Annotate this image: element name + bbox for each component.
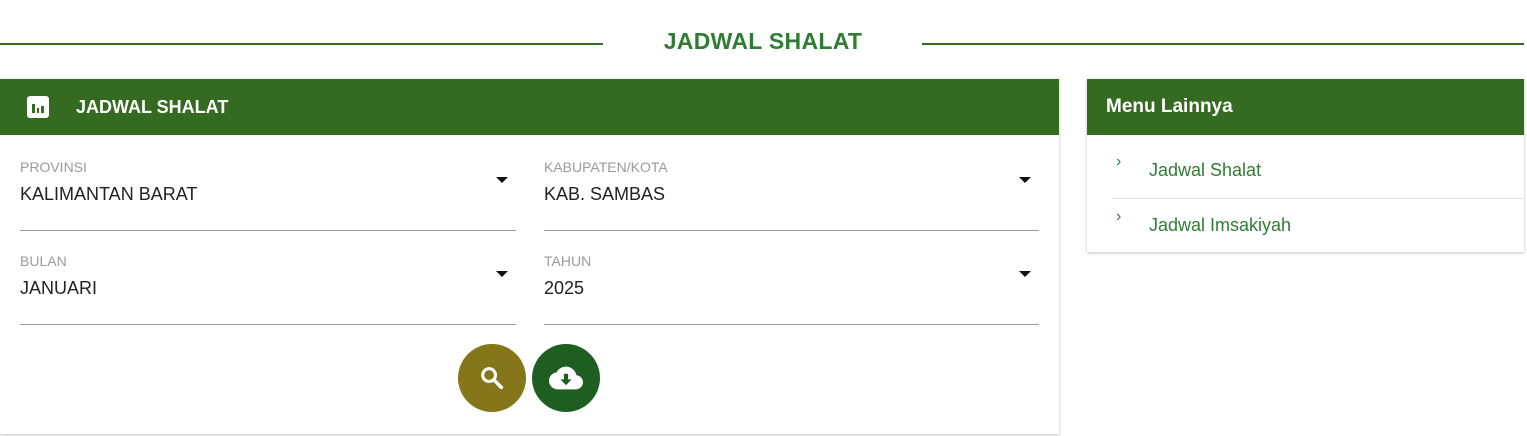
chevron-down-icon bbox=[496, 271, 508, 277]
field-underline bbox=[544, 230, 1039, 231]
other-menu-title: Menu Lainnya bbox=[1087, 79, 1524, 135]
kabupaten-select[interactable]: KABUPATEN/KOTA KAB. SAMBAS bbox=[544, 159, 1039, 231]
provinsi-value: KALIMANTAN BARAT bbox=[20, 184, 198, 204]
title-divider-right bbox=[922, 43, 1524, 45]
kabupaten-value: KAB. SAMBAS bbox=[544, 184, 666, 204]
chevron-down-icon bbox=[1019, 177, 1031, 183]
chevron-right-icon: › bbox=[1116, 208, 1122, 225]
title-divider-left bbox=[0, 43, 603, 45]
field-underline bbox=[544, 324, 1039, 325]
other-menu-panel: Menu Lainnya › Jadwal Shalat › Jadwal Im… bbox=[1087, 79, 1524, 252]
cloud-download-icon bbox=[549, 366, 583, 390]
kabupaten-label: KABUPATEN/KOTA bbox=[544, 159, 668, 175]
field-underline bbox=[20, 324, 516, 325]
menu-item-label: Jadwal Shalat bbox=[1149, 160, 1262, 180]
provinsi-label: PROVINSI bbox=[20, 159, 87, 175]
bulan-value: JANUARI bbox=[20, 278, 98, 298]
bulan-select[interactable]: BULAN JANUARI bbox=[20, 253, 516, 325]
provinsi-select[interactable]: PROVINSI KALIMANTAN BARAT bbox=[20, 159, 516, 231]
menu-item-jadwal-imsakiyah[interactable]: › Jadwal Imsakiyah bbox=[1112, 198, 1524, 253]
tahun-select[interactable]: TAHUN 2025 bbox=[544, 253, 1039, 325]
menu-item-jadwal-shalat[interactable]: › Jadwal Shalat bbox=[1112, 143, 1524, 198]
search-button[interactable] bbox=[458, 344, 526, 412]
card-header: JADWAL SHALAT bbox=[0, 79, 1059, 135]
chevron-right-icon: › bbox=[1116, 153, 1122, 170]
menu-item-label: Jadwal Imsakiyah bbox=[1149, 215, 1292, 235]
download-button[interactable] bbox=[532, 344, 600, 412]
prayer-schedule-card: JADWAL SHALAT PROVINSI KALIMANTAN BARAT … bbox=[0, 79, 1059, 434]
search-icon bbox=[481, 367, 504, 390]
tahun-label: TAHUN bbox=[544, 253, 592, 269]
tahun-value: 2025 bbox=[544, 278, 585, 298]
page-title: JADWAL SHALAT bbox=[663, 28, 863, 54]
field-underline bbox=[20, 230, 516, 231]
chevron-down-icon bbox=[1019, 271, 1031, 277]
chevron-down-icon bbox=[496, 177, 508, 183]
bulan-label: BULAN bbox=[20, 253, 67, 269]
bar-chart-icon bbox=[27, 96, 49, 118]
card-title: JADWAL SHALAT bbox=[76, 96, 229, 117]
